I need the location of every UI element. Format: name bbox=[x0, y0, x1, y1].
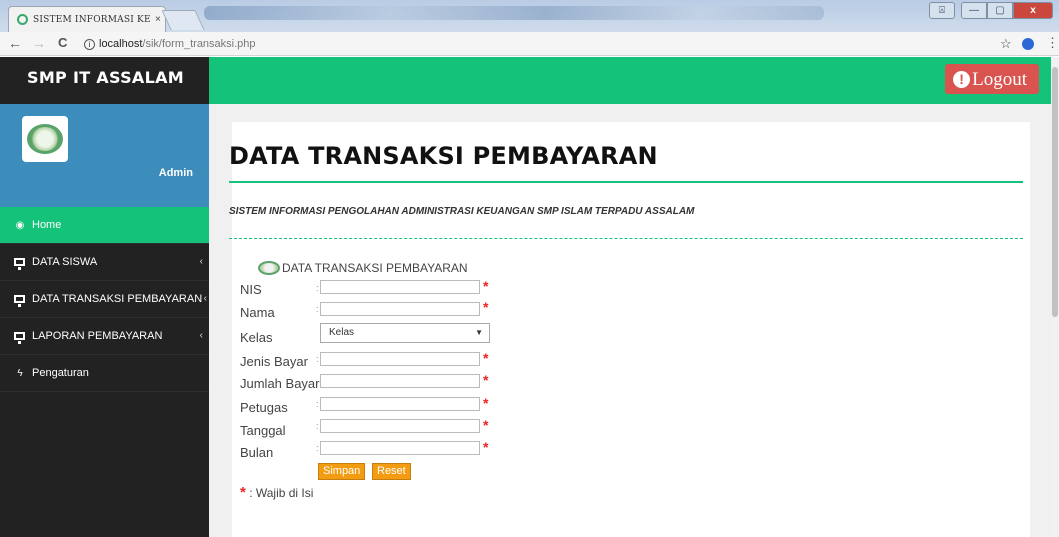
address-bar: ← → C i localhost/sik/form_transaksi.php … bbox=[0, 32, 1059, 56]
tab-close-icon[interactable]: × bbox=[155, 14, 161, 25]
petugas-label: Petugas bbox=[240, 400, 288, 415]
required-mark: * bbox=[483, 299, 489, 315]
blurred-region bbox=[204, 6, 824, 20]
brand-title[interactable]: SMP IT ASSALAM bbox=[0, 57, 209, 104]
bulan-label: Bulan bbox=[240, 445, 274, 460]
jenis-bayar-label: Jenis Bayar bbox=[240, 354, 308, 369]
bookmark-star-icon[interactable]: ☆ bbox=[1000, 36, 1012, 52]
info-icon[interactable]: i bbox=[84, 39, 95, 50]
chevron-left-icon: ‹ bbox=[203, 293, 207, 304]
extension-icon[interactable] bbox=[1022, 38, 1034, 50]
sidebar-item-home[interactable]: ◉ Home bbox=[0, 207, 209, 244]
top-navbar: ! Logout bbox=[209, 57, 1059, 104]
reset-button[interactable]: Reset bbox=[372, 463, 411, 480]
window-controls: ⍓ — ▢ x bbox=[929, 2, 1053, 19]
required-mark: * bbox=[483, 395, 489, 411]
form-heading-label: DATA TRANSAKSI PEMBAYARAN bbox=[282, 261, 468, 275]
page-subtitle: SISTEM INFORMASI PENGOLAHAN ADMINISTRASI… bbox=[229, 206, 695, 217]
nis-field[interactable] bbox=[320, 280, 480, 294]
new-tab-button[interactable] bbox=[161, 10, 205, 30]
sidebar-item-label: LAPORAN PEMBAYARAN bbox=[32, 330, 163, 342]
kelas-select[interactable]: Kelas ▼ bbox=[320, 323, 490, 343]
back-icon[interactable]: ← bbox=[8, 35, 22, 51]
sidebar: SMP IT ASSALAM Admin ◉ Home DATA SISWA ‹… bbox=[0, 57, 209, 537]
url-path: /sik/form_transaksi.php bbox=[142, 38, 256, 50]
logo-icon bbox=[258, 261, 280, 275]
chevron-left-icon: ‹ bbox=[199, 330, 203, 341]
maximize-button[interactable]: ▢ bbox=[987, 2, 1013, 19]
user-panel: Admin bbox=[0, 104, 209, 207]
logout-button[interactable]: ! Logout bbox=[945, 64, 1039, 94]
title-divider bbox=[229, 181, 1023, 183]
required-mark: * bbox=[483, 417, 489, 433]
school-logo bbox=[22, 116, 68, 162]
tab-title: SISTEM INFORMASI KEU bbox=[33, 14, 151, 25]
forward-icon[interactable]: → bbox=[32, 35, 46, 51]
sidebar-item-laporan[interactable]: LAPORAN PEMBAYARAN ‹ bbox=[0, 318, 209, 355]
subtitle-divider bbox=[229, 238, 1023, 239]
chevron-left-icon: ‹ bbox=[199, 256, 203, 267]
alert-icon: ! bbox=[953, 70, 971, 88]
minimize-button[interactable]: — bbox=[961, 2, 987, 19]
sidebar-item-label: DATA SISWA bbox=[32, 256, 98, 268]
nis-label: NIS bbox=[240, 282, 262, 297]
nama-label: Nama bbox=[240, 305, 275, 320]
monitor-icon bbox=[14, 332, 25, 344]
page-scrollbar[interactable] bbox=[1051, 57, 1059, 537]
jumlah-bayar-label: Jumlah Bayar bbox=[240, 376, 320, 391]
required-mark: * bbox=[483, 278, 489, 294]
required-note: * : Wajib di Isi bbox=[240, 484, 313, 501]
petugas-field[interactable] bbox=[320, 397, 480, 411]
required-mark: * bbox=[240, 484, 246, 501]
url-host: localhost bbox=[99, 38, 143, 50]
logo-emblem bbox=[27, 124, 63, 154]
tanggal-field[interactable] bbox=[320, 419, 480, 433]
required-mark: * bbox=[483, 350, 489, 366]
monitor-icon bbox=[14, 258, 25, 270]
sidebar-item-data-transaksi[interactable]: DATA TRANSAKSI PEMBAYARAN ‹ bbox=[0, 281, 209, 318]
caret-down-icon: ▼ bbox=[475, 328, 483, 337]
dashboard-icon: ◉ bbox=[15, 219, 25, 231]
required-mark: * bbox=[483, 439, 489, 455]
favicon-icon bbox=[17, 14, 28, 25]
required-note-text: : Wajib di Isi bbox=[249, 486, 314, 500]
profile-icon[interactable]: ⍓ bbox=[929, 2, 955, 19]
kelas-label: Kelas bbox=[240, 330, 273, 345]
sidebar-item-data-siswa[interactable]: DATA SISWA ‹ bbox=[0, 244, 209, 281]
page-title: DATA TRANSAKSI PEMBAYARAN bbox=[229, 142, 658, 170]
browser-menu-icon[interactable]: ⋮ bbox=[1046, 35, 1059, 51]
browser-tabbar: SISTEM INFORMASI KEU × ⍓ — ▢ x bbox=[0, 0, 1059, 32]
logout-label: Logout bbox=[972, 68, 1027, 90]
kelas-selected-value: Kelas bbox=[329, 327, 355, 338]
jenis-bayar-field[interactable] bbox=[320, 352, 480, 366]
form-heading: DATA TRANSAKSI PEMBAYARAN bbox=[258, 261, 468, 275]
save-button[interactable]: Simpan bbox=[318, 463, 366, 480]
sidebar-item-label: Pengaturan bbox=[32, 367, 89, 379]
monitor-icon bbox=[14, 295, 25, 307]
sidebar-item-label: Home bbox=[32, 219, 62, 231]
browser-tab[interactable]: SISTEM INFORMASI KEU × bbox=[8, 6, 166, 32]
required-mark: * bbox=[483, 372, 489, 388]
sidebar-item-pengaturan[interactable]: ϟ Pengaturan bbox=[0, 355, 209, 392]
sidebar-item-label: DATA TRANSAKSI PEMBAYARAN bbox=[32, 293, 203, 305]
jumlah-bayar-field[interactable] bbox=[320, 374, 480, 388]
nama-field[interactable] bbox=[320, 302, 480, 316]
tanggal-label: Tanggal bbox=[240, 423, 286, 438]
user-name: Admin bbox=[158, 167, 193, 179]
bolt-icon: ϟ bbox=[17, 367, 23, 379]
close-window-button[interactable]: x bbox=[1013, 2, 1053, 19]
bulan-field[interactable] bbox=[320, 441, 480, 455]
scrollbar-thumb[interactable] bbox=[1052, 67, 1058, 317]
reload-icon[interactable]: C bbox=[58, 35, 67, 50]
url-field[interactable]: i localhost/sik/form_transaksi.php bbox=[84, 35, 256, 53]
